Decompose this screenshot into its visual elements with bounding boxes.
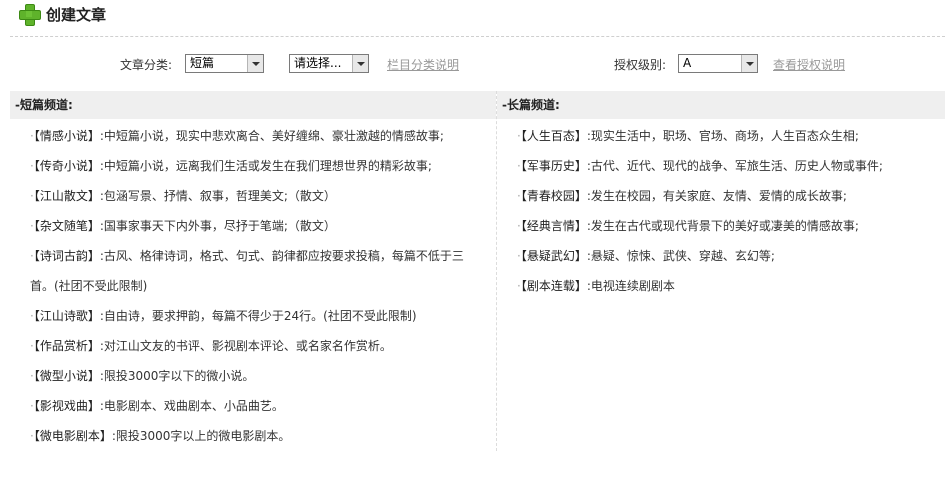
list-item: ·【江山散文】:包涵写景、抒情、叙事，哲理美文;（散文） [30,189,336,203]
divider [10,36,945,37]
list-item: ·【诗词古韵】:古风、格律诗词，格式、句式、韵律都应按要求投稿，每篇不低于三 [30,249,464,263]
item-desc: :古风、格律诗词，格式、句式、韵律都应按要求投稿，每篇不低于三 [99,249,464,263]
item-desc: :中短篇小说，远离我们生活或发生在我们理想世界的精彩故事; [99,159,432,173]
short-channel-header: -短篇频道: [10,91,496,119]
category-label: 文章分类: [120,58,173,72]
item-tag: 【微电影剧本】 [33,429,112,443]
item-tag: 【杂文随笔】 [33,219,100,233]
long-channel-list: ·【人生百态】:现实生活中，职场、官场、商场，人生百态众生相; ·【军事历史】:… [517,121,937,301]
list-item: ·【经典言情】:发生在古代或现代背景下的美好或凄美的情感故事; [517,219,859,233]
list-item: ·【悬疑武幻】:悬疑、惊悚、武侠、穿越、玄幻等; [517,249,775,263]
subcategory-select-value: 请选择... [294,56,342,70]
auth-level-select-value: A [683,56,692,70]
item-tag: 【江山诗歌】 [33,309,100,323]
item-desc: :国事家事天下内外事，尽抒于笔端;（散文） [99,219,336,233]
item-desc: :电影剧本、戏曲剧本、小品曲艺。 [99,399,284,413]
plus-icon [18,3,41,26]
list-item: ·【影视戏曲】:电影剧本、戏曲剧本、小品曲艺。 [30,399,284,413]
item-desc: :对江山文友的书评、影视剧本评论、或名家名作赏析。 [99,339,392,353]
item-tag: 【军事历史】 [520,159,587,173]
list-item: ·【军事历史】:古代、近代、现代的战争、军旅生活、历史人物或事件; [517,159,883,173]
auth-help-link[interactable]: 查看授权说明 [773,56,845,73]
item-desc: :发生在校园，有关家庭、友情、爱情的成长故事; [586,189,847,203]
item-desc: :包涵写景、抒情、叙事，哲理美文;（散文） [99,189,336,203]
auth-level-select[interactable]: A [678,54,758,73]
chevron-down-icon[interactable] [741,55,757,72]
item-tag: 【人生百态】 [520,129,587,143]
chevron-down-icon[interactable] [247,55,263,72]
list-item: ·【青春校园】:发生在校园，有关家庭、友情、爱情的成长故事; [517,189,847,203]
item-desc: :自由诗，要求押韵，每篇不得少于24行。(社团不受此限制) [99,309,417,323]
item-desc: :限投3000字以上的微电影剧本。 [111,429,291,443]
auth-level-label: 授权级别: [614,58,667,72]
page-title: 创建文章 [46,5,107,24]
category-help-link[interactable]: 栏目分类说明 [387,56,459,73]
list-item-continuation: 首。(社团不受此限制) [30,271,490,301]
item-desc: :中短篇小说，现实中悲欢离合、美好缠绵、豪壮激越的情感故事; [99,129,444,143]
list-item: ·【杂文随笔】:国事家事天下内外事，尽抒于笔端;（散文） [30,219,336,233]
item-tag: 【诗词古韵】 [33,249,100,263]
page-header: 创建文章 [18,2,106,26]
list-item: ·【微电影剧本】:限投3000字以上的微电影剧本。 [30,429,291,443]
list-item: ·【剧本连载】:电视连续剧剧本 [517,279,675,293]
item-tag: 【江山散文】 [33,189,100,203]
item-tag: 【作品赏析】 [33,339,100,353]
item-tag: 【悬疑武幻】 [520,249,587,263]
list-item: ·【江山诗歌】:自由诗，要求押韵，每篇不得少于24行。(社团不受此限制) [30,309,417,323]
column-divider [496,91,497,451]
item-tag: 【影视戏曲】 [33,399,100,413]
filter-bar: 文章分类: 短篇 请选择... 栏目分类说明 授权级别: A 查看授权说明 [0,54,945,74]
category-select[interactable]: 短篇 [185,54,264,73]
item-desc: :现实生活中，职场、官场、商场，人生百态众生相; [586,129,859,143]
long-channel-header: -长篇频道: [497,91,945,119]
item-desc: :古代、近代、现代的战争、军旅生活、历史人物或事件; [586,159,883,173]
subcategory-select[interactable]: 请选择... [289,54,369,73]
item-tag: 【传奇小说】 [33,159,100,173]
item-tag: 【青春校园】 [520,189,587,203]
chevron-down-icon[interactable] [352,55,368,72]
item-desc: :悬疑、惊悚、武侠、穿越、玄幻等; [586,249,775,263]
list-item: ·【作品赏析】:对江山文友的书评、影视剧本评论、或名家名作赏析。 [30,339,392,353]
item-tag: 【剧本连载】 [520,279,587,293]
item-tag: 【情感小说】 [33,129,100,143]
item-desc: :发生在古代或现代背景下的美好或凄美的情感故事; [586,219,859,233]
item-desc: 首。(社团不受此限制) [30,279,148,293]
list-item: ·【情感小说】:中短篇小说，现实中悲欢离合、美好缠绵、豪壮激越的情感故事; [30,129,444,143]
item-tag: 【微型小说】 [33,369,100,383]
list-item: ·【微型小说】:限投3000字以下的微小说。 [30,369,255,383]
item-desc: :限投3000字以下的微小说。 [99,369,255,383]
short-channel-list: ·【情感小说】:中短篇小说，现实中悲欢离合、美好缠绵、豪壮激越的情感故事; ·【… [30,121,490,451]
item-tag: 【经典言情】 [520,219,587,233]
list-item: ·【人生百态】:现实生活中，职场、官场、商场，人生百态众生相; [517,129,859,143]
list-item: ·【传奇小说】:中短篇小说，远离我们生活或发生在我们理想世界的精彩故事; [30,159,432,173]
item-desc: :电视连续剧剧本 [586,279,675,293]
category-select-value: 短篇 [190,56,215,70]
